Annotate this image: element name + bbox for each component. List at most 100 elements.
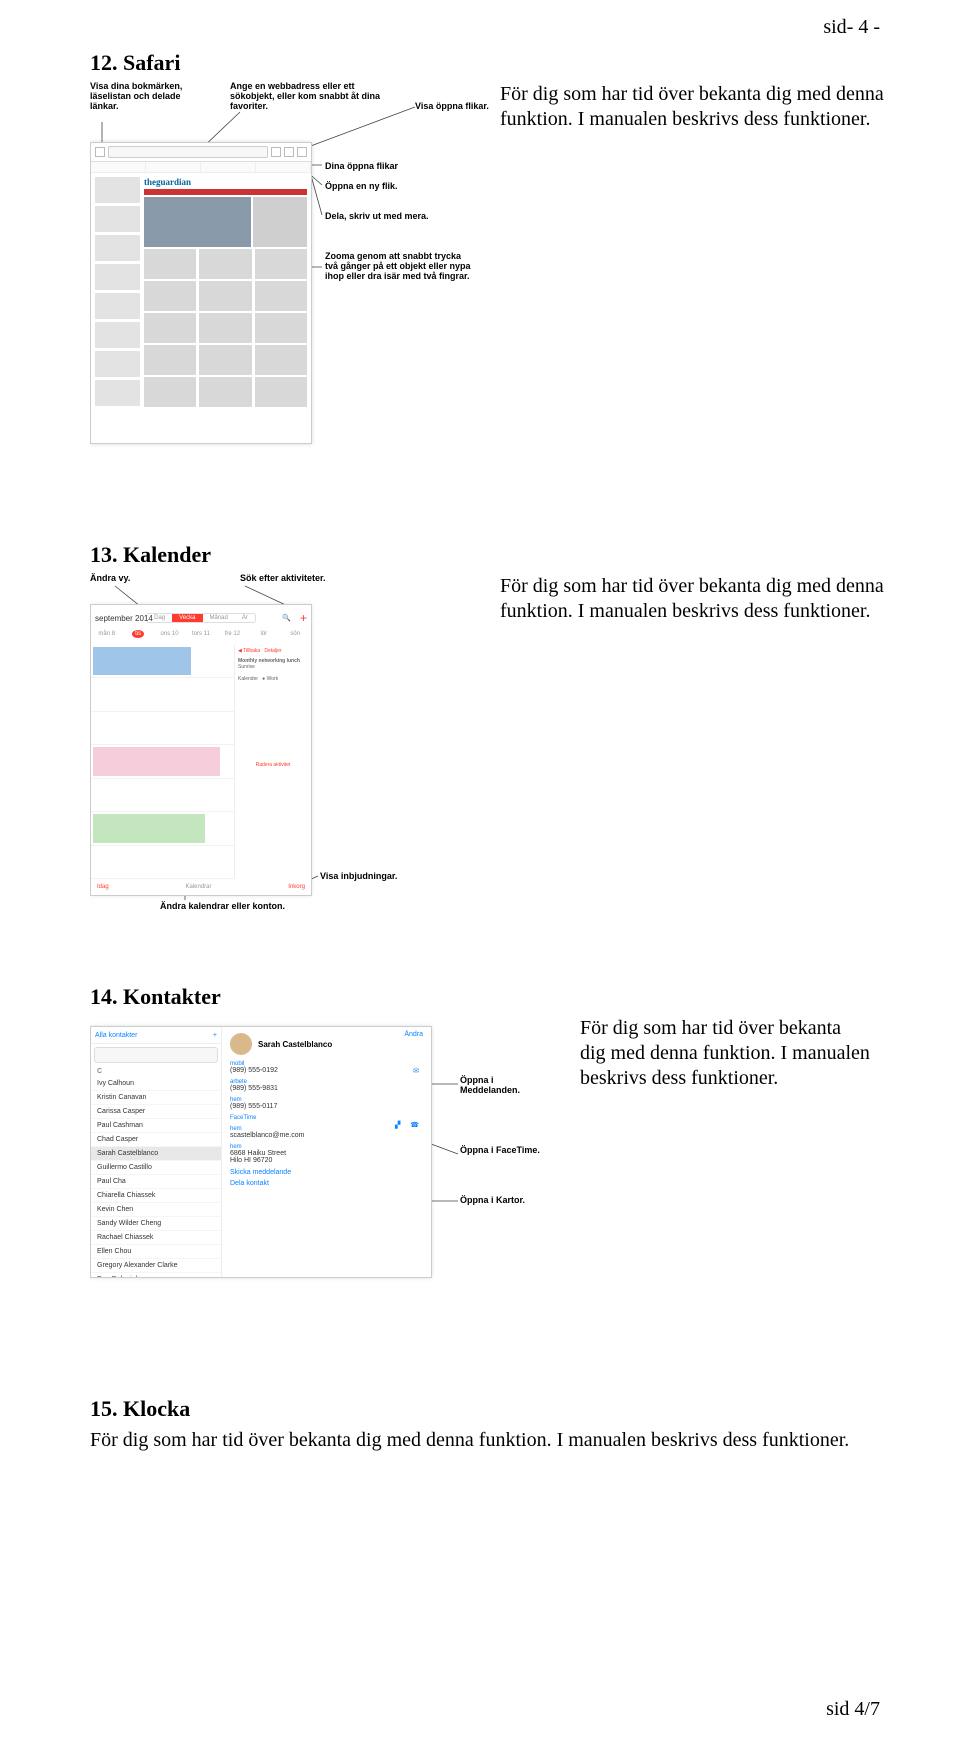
site-title: theguardian [144,177,307,187]
contact-row[interactable]: Gregory Alexander Clarke [91,1259,221,1273]
day-today[interactable]: tis [122,631,153,645]
page-footer-corner: sid 4/7 [826,1698,880,1721]
kontakter-list: Alla kontakter + C Ivy Calhoun Kristin C… [91,1027,222,1277]
callout-zoom: Zooma genom att snabbt trycka två gånger… [325,252,475,282]
field-value[interactable]: (989) 555-0117 [230,1103,423,1110]
kalender-device: september 2014 Dag Vecka Månad År 🔍 + må… [90,604,312,896]
field-value[interactable]: scastelblanco@me.com [230,1132,423,1139]
kalender-calendars-button[interactable]: Kalendrar [185,884,211,890]
kalender-detail-panel: ◀ Tillbaka Detaljer Monthly networking l… [235,645,311,879]
new-tab-icon[interactable] [284,147,294,157]
contact-row[interactable]: Sandy Wilder Cheng [91,1217,221,1231]
field-value: Hilo HI 96720 [230,1157,423,1164]
seg-month[interactable]: Månad [203,614,235,622]
section-kalender: 13. Kalender Ändra vy. Sök efter aktivit… [90,542,890,924]
contact-row[interactable]: Guillermo Castillo [91,1161,221,1175]
callout-new-tab: Öppna en ny flik. [325,182,398,192]
kontakter-figure: Öppna i Meddelanden. Öppna i FaceTime. Ö… [90,1016,560,1336]
contact-row[interactable]: Ivy Calhoun [91,1077,221,1091]
kontakter-groups-button[interactable]: Alla kontakter [95,1032,137,1039]
safari-toolbar [91,143,311,162]
safari-tab[interactable] [91,162,146,172]
safari-tab[interactable] [146,162,201,172]
callout-open-tabs: Visa öppna flikar. [415,102,505,112]
safari-body-text: För dig som har tid över bekanta dig med… [500,82,890,132]
event-green[interactable] [93,814,205,842]
nav-strip [144,189,307,195]
contact-row[interactable]: Dan Dalagiolau [91,1273,221,1277]
callout-search: Sök efter aktiviteter. [240,574,326,584]
safari-tabs [91,162,311,173]
safari-device: theguardian [90,142,312,444]
day[interactable]: tors 11 [185,631,216,645]
kalender-month: september 2014 [95,614,153,623]
page-header-corner: sid- 4 - [823,16,880,39]
day[interactable]: lör [248,631,279,645]
thumb [95,322,140,348]
field-value[interactable]: (989) 555-9831 [230,1085,423,1092]
kalender-search-icon[interactable]: 🔍 [282,614,291,622]
kalender-add-icon[interactable]: + [300,611,307,625]
thumb [95,264,140,290]
send-message-link[interactable]: Skicka meddelande [230,1169,423,1176]
kontakter-body-text: För dig som har tid över bekanta dig med… [580,1016,870,1091]
kontakter-section-index: C [91,1066,221,1077]
kontakter-edit-button[interactable]: Ändra [404,1031,423,1038]
safari-tab[interactable] [256,162,311,172]
contact-row[interactable]: Paul Cashman [91,1119,221,1133]
kontakter-add-icon[interactable]: + [213,1032,217,1039]
kalender-body-text: För dig som har tid över bekanta dig med… [500,574,890,624]
contact-row[interactable]: Ellen Chou [91,1245,221,1259]
kalender-today-button[interactable]: Idag [97,884,109,890]
day[interactable]: ons 10 [154,631,185,645]
section-safari: 12. Safari Visa dina bokmärken, läselist… [90,50,890,482]
callout-accounts: Ändra kalendrar eller konton. [160,902,285,912]
day[interactable]: fre 12 [217,631,248,645]
callout-messages: Öppna i Meddelanden. [460,1076,550,1096]
day[interactable]: mån 8 [91,631,122,645]
field-value[interactable]: (989) 555-0192 [230,1067,423,1074]
contact-name: Sarah Castelblanco [258,1040,332,1049]
safari-tab[interactable] [201,162,256,172]
event-pink[interactable] [93,747,220,775]
page: sid- 4 - 12. Safari Visa dina bokmärken,… [0,0,960,1751]
contact-row-selected[interactable]: Sarah Castelblanco [91,1147,221,1161]
facetime-icon[interactable]: ▞ ☎ [395,1121,423,1129]
contact-row[interactable]: Paul Cha [91,1175,221,1189]
contact-row[interactable]: Chiarella Chiassek [91,1189,221,1203]
contact-row[interactable]: Rachael Chiassek [91,1231,221,1245]
kontakter-search[interactable] [94,1047,218,1063]
section-klocka: 15. Klocka För dig som har tid över beka… [90,1396,890,1453]
seg-year[interactable]: År [235,614,255,622]
kalender-header: september 2014 Dag Vecka Månad År 🔍 + [91,605,311,631]
event-blue[interactable] [93,647,191,675]
seg-week[interactable]: Vecka [172,614,202,622]
safari-address-bar[interactable] [108,146,268,158]
kalender-grid[interactable] [91,645,235,879]
safari-content: theguardian [91,173,311,443]
field-value[interactable]: 6868 Haiku Street [230,1150,423,1157]
day[interactable]: sön [280,631,311,645]
contact-row[interactable]: Kevin Chen [91,1203,221,1217]
contact-row[interactable]: Carissa Casper [91,1105,221,1119]
hero-row [144,197,307,247]
contact-row[interactable]: Kristin Canavan [91,1091,221,1105]
callout-bookmarks: Visa dina bokmärken, läselistan och dela… [90,82,210,112]
contact-row[interactable]: Chad Casper [91,1133,221,1147]
thumb [95,235,140,261]
kontakter-detail: Ändra Sarah Castelblanco mobil ✉ (989) 5… [222,1027,431,1277]
tabs-icon[interactable] [297,147,307,157]
klocka-body-text: För dig som har tid över bekanta dig med… [90,1428,890,1453]
kalender-footer: Idag Kalendrar Inkorg [91,879,311,895]
share-icon[interactable] [271,147,281,157]
message-icon[interactable]: ✉ [413,1067,423,1075]
thumb [95,380,140,406]
share-contact-link[interactable]: Dela kontakt [230,1180,423,1187]
bookmarks-icon[interactable] [95,147,105,157]
callout-change-view: Ändra vy. [90,574,130,584]
delete-event-button[interactable]: Radera aktivitet [238,762,308,768]
callout-invites: Visa inbjudningar. [320,872,397,882]
thumb [95,177,140,203]
kalender-view-segment[interactable]: Dag Vecka Månad År [146,613,256,623]
kalender-inbox-button[interactable]: Inkorg [288,884,305,890]
